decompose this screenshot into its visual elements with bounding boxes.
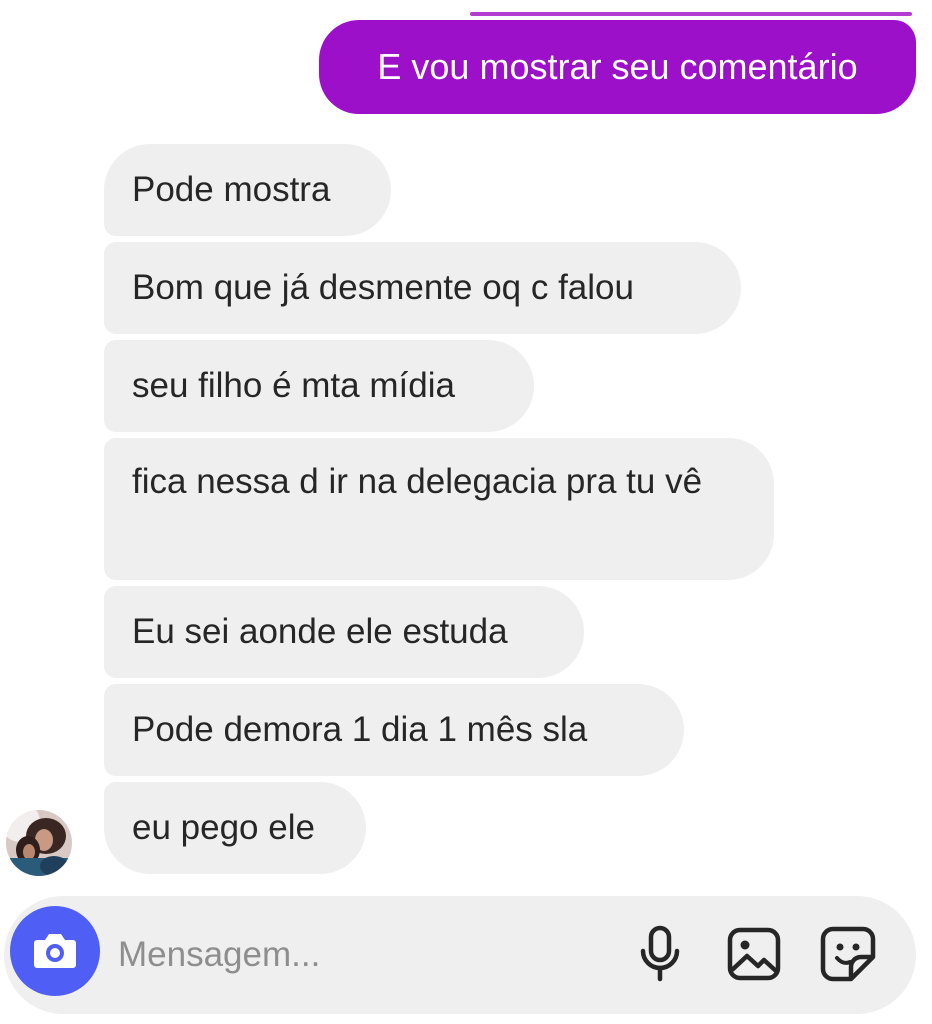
- received-message-bubble[interactable]: eu pego ele: [104, 782, 366, 874]
- microphone-icon: [640, 925, 680, 982]
- message-text: Bom que já desmente oq c falou: [132, 268, 634, 307]
- sticker-button[interactable]: [818, 924, 878, 984]
- voice-message-button[interactable]: [630, 924, 690, 984]
- received-message-bubble[interactable]: Bom que já desmente oq c falou: [104, 242, 741, 334]
- sticker-icon: [820, 926, 876, 982]
- message-text: Pode demora 1 dia 1 mês sla: [132, 710, 588, 749]
- received-message-bubble[interactable]: Pode mostra: [104, 144, 391, 236]
- received-message-bubble[interactable]: seu filho é mta mídia: [104, 340, 534, 432]
- received-message-bubble[interactable]: fica nessa d ir na delegacia pra tu vê: [104, 438, 774, 580]
- gallery-button[interactable]: [724, 924, 784, 984]
- message-composer: Mensagem...: [4, 896, 916, 1014]
- message-text: seu filho é mta mídia: [132, 366, 455, 405]
- message-text: fica nessa d ir na delegacia pra tu vê: [132, 462, 703, 501]
- message-text: Pode mostra: [132, 170, 331, 209]
- previous-message-edge: [470, 12, 912, 16]
- camera-button[interactable]: [10, 906, 100, 996]
- received-message-bubble[interactable]: Pode demora 1 dia 1 mês sla: [104, 684, 684, 776]
- camera-icon: [34, 934, 76, 968]
- sent-message-bubble[interactable]: E vou mostrar seu comentário: [319, 20, 916, 114]
- sender-avatar[interactable]: [6, 810, 72, 876]
- message-text: Eu sei aonde ele estuda: [132, 612, 508, 651]
- received-message-bubble[interactable]: Eu sei aonde ele estuda: [104, 586, 584, 678]
- chat-screen: E vou mostrar seu comentário Pode mostra…: [0, 0, 932, 1024]
- avatar-image: [6, 810, 72, 876]
- message-input[interactable]: Mensagem...: [118, 896, 320, 1014]
- message-text: eu pego ele: [132, 808, 315, 847]
- gallery-icon: [727, 927, 781, 981]
